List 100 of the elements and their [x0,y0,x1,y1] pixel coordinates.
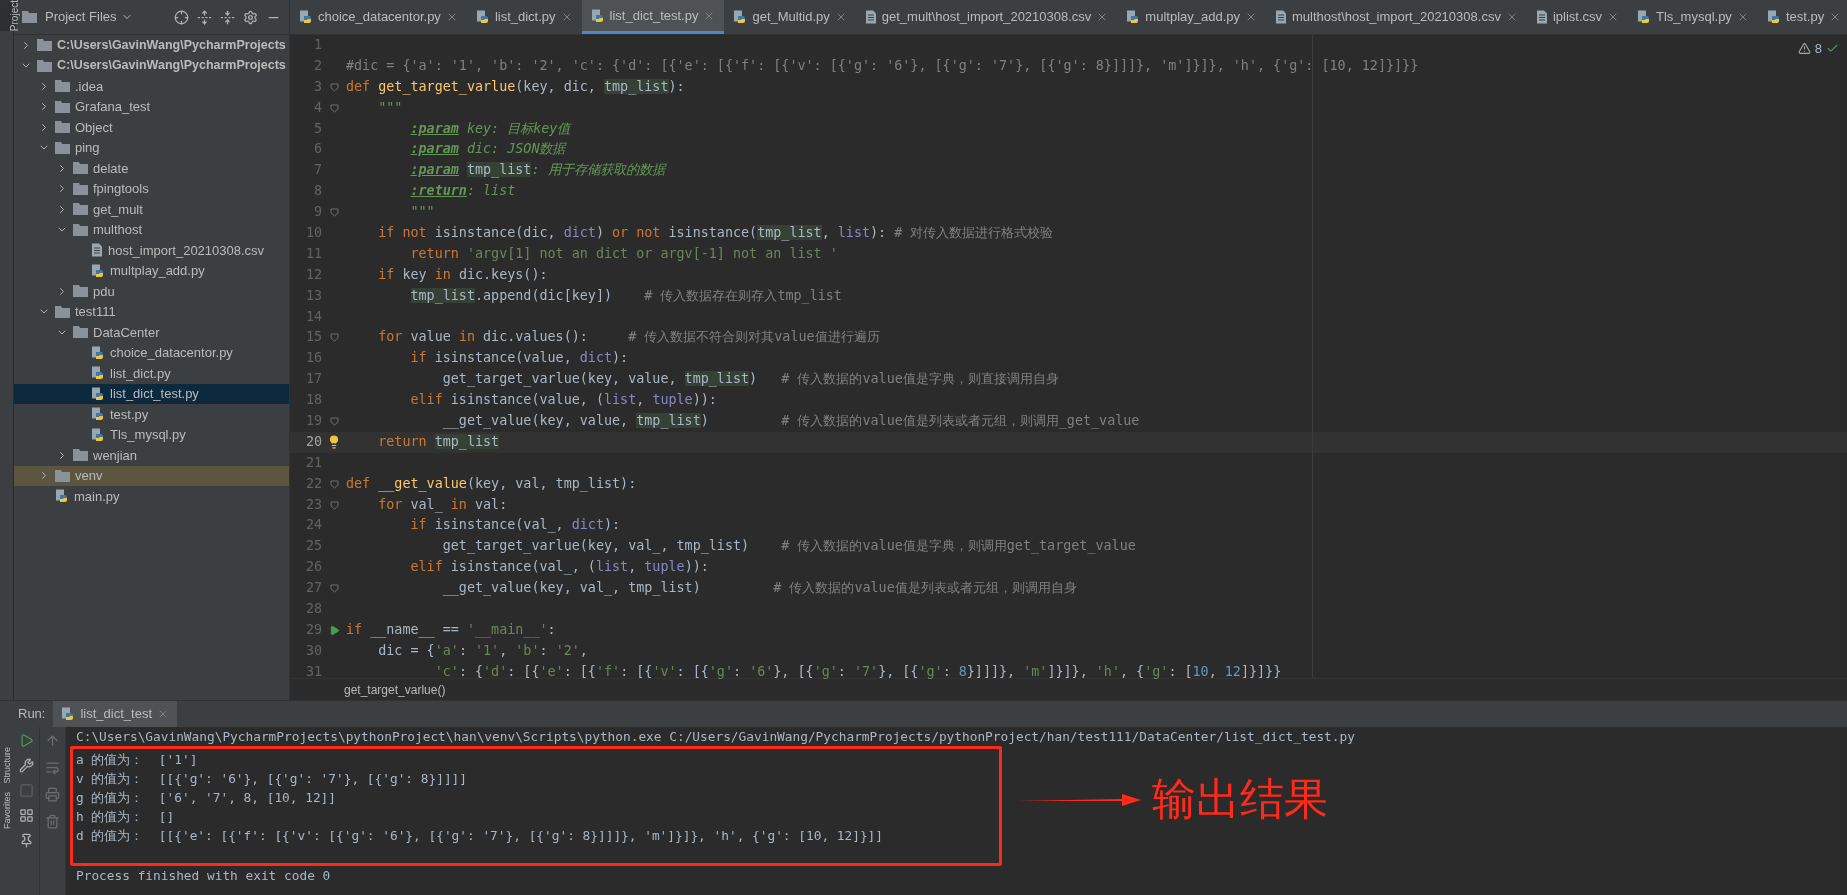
code-line: if key in dic.keys(): [377,265,548,284]
tree-item[interactable]: delate [14,158,289,179]
fold-marker-icon[interactable] [329,479,339,489]
tree-item[interactable]: .idea [14,76,289,97]
line-number: 5 [312,119,322,138]
editor-tab[interactable]: multhost\host_import_20210308.csv [1266,0,1527,34]
fold-marker-icon[interactable] [329,103,339,113]
project-view-dropdown[interactable]: Project Files [45,7,133,27]
editor-tab[interactable]: get_Multid.py [724,0,856,34]
tree-item[interactable]: C:\Users\GavinWang\PycharmProjects [14,55,289,76]
run-icon[interactable] [328,624,340,636]
code-line: __get_value(key, value, tmp_list) # 传入数据的value值是列表或者元组，则调用_get_value [441,412,1140,431]
close-icon[interactable] [1607,11,1619,23]
trash-icon[interactable] [45,814,60,829]
breadcrumb[interactable]: get_target_varlue() [344,680,446,699]
lightbulb-icon[interactable] [327,435,341,450]
editor-tab[interactable]: multplay_add.py [1117,0,1267,34]
editor-tab[interactable]: iplist.csv [1526,0,1628,34]
tree-item[interactable]: C:\Users\GavinWang\PycharmProjects [14,35,289,56]
editor-tab[interactable]: test.py [1757,0,1847,34]
tree-item[interactable]: multhost [14,219,289,240]
tool-window-tab[interactable]: Structure [0,747,14,784]
line-number: 10 [304,224,322,242]
folder-icon [55,121,70,134]
fold-marker-icon[interactable] [329,208,339,218]
collapse-all-icon[interactable] [220,9,235,25]
code-line: """ [409,203,435,222]
line-number: 31 [304,662,322,681]
line-number: 4 [312,98,322,117]
line-number: 30 [304,641,322,660]
python-file-icon [590,8,605,23]
folder-icon [73,223,88,236]
code-line: if __name__ == '__main__': [346,620,556,640]
tree-item[interactable]: fpingtools [14,178,289,199]
run-tab[interactable]: list_dict_test [53,701,177,727]
tree-item[interactable]: list_dict_test.py [14,383,289,404]
line-number: 27 [304,579,322,598]
run-label: Run: [18,705,46,724]
tree-item[interactable]: Grafana_test [14,96,289,117]
print-icon[interactable] [45,787,60,802]
tree-item[interactable]: wenjian [14,445,289,466]
fold-marker-icon[interactable] [329,500,339,510]
fold-marker-icon[interactable] [329,82,339,92]
tree-item[interactable]: test.py [14,404,289,425]
editor-tab[interactable]: choice_datacentor.py [290,0,467,34]
python-file-icon [91,386,105,401]
tree-item[interactable]: venv [14,465,289,486]
line-number: 1 [312,36,322,54]
layout-icon[interactable] [19,808,34,823]
tree-item[interactable]: multplay_add.py [14,260,289,281]
console-line: h 的值为： [] [76,808,175,826]
soft-wrap-icon[interactable] [45,760,60,775]
expand-all-icon[interactable] [197,9,212,25]
tree-item[interactable]: host_import_20210308.csv [14,240,289,261]
code-line: for val_ in val: [377,495,508,515]
python-file-icon [91,427,105,442]
folder-icon [55,305,70,318]
console-line: Process finished with exit code 0 [76,867,332,885]
line-number: 16 [304,349,322,368]
folder-icon [55,80,70,93]
editor-tab[interactable]: Tls_mysql.py [1628,0,1758,34]
pin-icon[interactable] [19,833,34,848]
fold-marker-icon[interactable] [329,333,339,343]
tree-item[interactable]: pdu [14,281,289,302]
tree-item[interactable]: main.py [14,486,289,507]
python-file-icon [55,489,69,504]
line-number: 24 [304,516,322,535]
wrench-icon[interactable] [19,758,34,773]
tree-item[interactable]: Tls_mysql.py [14,424,289,445]
tree-item[interactable]: choice_datacentor.py [14,342,289,363]
tool-window-tab[interactable]: Favorites [0,791,14,829]
tree-item[interactable]: ping [14,137,289,158]
fold-marker-icon[interactable] [329,584,339,594]
line-number: 7 [312,161,322,180]
tree-item[interactable]: list_dict.py [14,363,289,384]
folder-icon [55,141,70,154]
line-number: 21 [304,453,322,472]
code-line: if isinstance(val_, dict): [409,516,621,535]
python-file-icon [91,345,105,360]
tree-item[interactable]: test111 [14,301,289,322]
close-icon[interactable] [157,708,169,720]
code-line: tmp_list.append(dic[key]) # 传入数据存在则存入tmp_list [409,286,842,306]
line-number: 9 [312,203,322,222]
python-file-icon [475,10,490,24]
settings-icon[interactable] [243,9,258,25]
fold-marker-icon[interactable] [329,416,339,426]
python-file-icon [299,10,313,24]
run-icon[interactable] [19,733,34,748]
locate-icon[interactable] [174,9,189,25]
tree-item[interactable]: DataCenter [14,322,289,343]
warning-icon[interactable] [1797,42,1811,56]
line-number: 19 [304,412,322,431]
code-line: :param key: 目标key值 [409,119,571,138]
editor-tab[interactable]: list_dict_test.py [581,0,725,34]
editor-tab[interactable]: get_mult\host_import_20210308.csv [855,0,1118,34]
tree-item[interactable]: Object [14,117,289,138]
editor-tab[interactable]: list_dict.py [466,0,582,34]
code-line: for value in dic.values(): # 传入数据不符合则对其value值进行遍历 [377,328,880,347]
tree-item[interactable]: get_mult [14,199,289,220]
console-line: C:\Users\GavinWang\PycharmProjects\pythonProject\han\venv\Scripts\python.exe C:/Users/GavinWang/PycharmProjects/pythonProject/han/test111/DataCenter/list_dict_test.py [76,728,1355,746]
